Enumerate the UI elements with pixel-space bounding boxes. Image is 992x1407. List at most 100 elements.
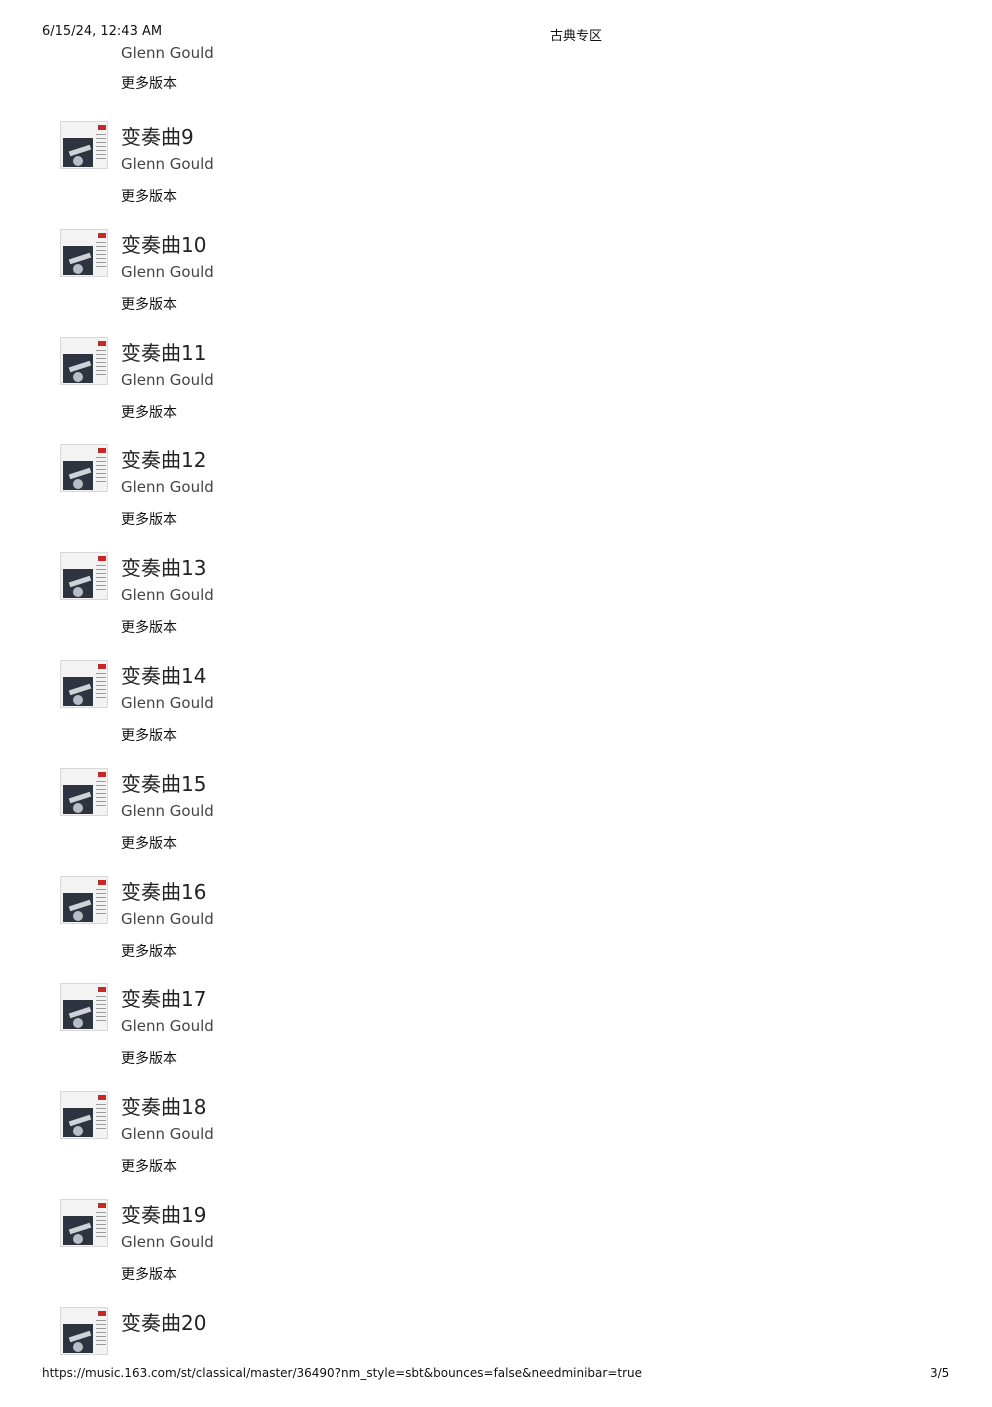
more-versions-link[interactable]: 更多版本 bbox=[121, 1264, 177, 1284]
label-badge-icon bbox=[98, 233, 106, 238]
album-cover-icon[interactable] bbox=[60, 1199, 108, 1247]
cover-logo-icon bbox=[63, 772, 91, 782]
more-versions-link[interactable]: 更多版本 bbox=[121, 941, 177, 961]
cover-photo-icon bbox=[63, 354, 93, 383]
track-title[interactable]: 变奏曲10 bbox=[121, 229, 206, 258]
label-badge-icon bbox=[98, 664, 106, 669]
label-badge-icon bbox=[98, 1311, 106, 1316]
cover-logo-icon bbox=[63, 987, 91, 997]
track-item[interactable]: 变奏曲12 Glenn Gould 更多版本 bbox=[0, 444, 992, 544]
track-title[interactable]: 变奏曲11 bbox=[121, 337, 206, 366]
page-title: 古典专区 bbox=[550, 29, 603, 44]
track-title[interactable]: 变奏曲15 bbox=[121, 768, 206, 797]
cover-photo-icon bbox=[63, 1108, 93, 1137]
album-cover-icon[interactable] bbox=[60, 552, 108, 600]
cover-photo-icon bbox=[63, 785, 93, 814]
cover-photo-icon bbox=[63, 1324, 93, 1353]
cover-logo-icon bbox=[63, 341, 91, 351]
page-url: https://music.163.com/st/classical/maste… bbox=[42, 1366, 643, 1380]
cover-logo-icon bbox=[63, 1311, 91, 1321]
album-cover-icon[interactable] bbox=[60, 121, 108, 169]
track-title[interactable]: 变奏曲13 bbox=[121, 552, 206, 581]
track-title[interactable]: 变奏曲20 bbox=[121, 1307, 206, 1336]
label-badge-icon bbox=[98, 880, 106, 885]
cover-logo-icon bbox=[63, 1095, 91, 1105]
cover-text-icon bbox=[96, 350, 106, 378]
cover-photo-icon bbox=[63, 246, 93, 275]
artist-link[interactable]: Glenn Gould bbox=[121, 371, 214, 389]
label-badge-icon bbox=[98, 772, 106, 777]
track-item[interactable]: 变奏曲10 Glenn Gould 更多版本 bbox=[0, 229, 992, 329]
cover-photo-icon bbox=[63, 677, 93, 706]
track-title[interactable]: 变奏曲14 bbox=[121, 660, 206, 689]
artist-link[interactable]: Glenn Gould bbox=[121, 44, 214, 62]
artist-link[interactable]: Glenn Gould bbox=[121, 478, 214, 496]
track-title[interactable]: 变奏曲9 bbox=[121, 121, 194, 150]
more-versions-link[interactable]: 更多版本 bbox=[121, 294, 177, 314]
print-datetime: 6/15/24, 12:43 AM bbox=[42, 24, 163, 39]
cover-logo-icon bbox=[63, 233, 91, 243]
cover-text-icon bbox=[96, 242, 106, 270]
track-item[interactable]: 变奏曲17 Glenn Gould 更多版本 bbox=[0, 983, 992, 1083]
more-versions-link[interactable]: 更多版本 bbox=[121, 617, 177, 637]
artist-link[interactable]: Glenn Gould bbox=[121, 694, 214, 712]
album-cover-icon[interactable] bbox=[60, 229, 108, 277]
artist-link[interactable]: Glenn Gould bbox=[121, 155, 214, 173]
track-item[interactable]: 变奏曲18 Glenn Gould 更多版本 bbox=[0, 1091, 992, 1191]
artist-link[interactable]: Glenn Gould bbox=[121, 263, 214, 281]
track-title[interactable]: 变奏曲12 bbox=[121, 444, 206, 473]
album-cover-icon[interactable] bbox=[60, 337, 108, 385]
track-title[interactable]: 变奏曲17 bbox=[121, 983, 206, 1012]
track-title[interactable]: 变奏曲16 bbox=[121, 876, 206, 905]
more-versions-link[interactable]: 更多版本 bbox=[121, 833, 177, 853]
cover-text-icon bbox=[96, 996, 106, 1024]
track-item[interactable]: 变奏曲9 Glenn Gould 更多版本 bbox=[0, 121, 992, 221]
album-cover-icon[interactable] bbox=[60, 983, 108, 1031]
track-title[interactable]: 变奏曲18 bbox=[121, 1091, 206, 1120]
cover-text-icon bbox=[96, 1104, 106, 1132]
track-item[interactable]: 变奏曲16 Glenn Gould 更多版本 bbox=[0, 876, 992, 976]
cover-logo-icon bbox=[63, 1203, 91, 1213]
more-versions-link[interactable]: 更多版本 bbox=[121, 402, 177, 422]
cover-logo-icon bbox=[63, 556, 91, 566]
album-cover-icon[interactable] bbox=[60, 444, 108, 492]
cover-logo-icon bbox=[63, 125, 91, 135]
more-versions-link[interactable]: 更多版本 bbox=[121, 186, 177, 206]
artist-link[interactable]: Glenn Gould bbox=[121, 1017, 214, 1035]
artist-link[interactable]: Glenn Gould bbox=[121, 586, 214, 604]
cover-text-icon bbox=[96, 673, 106, 701]
album-cover-icon[interactable] bbox=[60, 660, 108, 708]
album-cover-icon[interactable] bbox=[60, 1091, 108, 1139]
track-item[interactable]: 变奏曲11 Glenn Gould 更多版本 bbox=[0, 337, 992, 437]
more-versions-link[interactable]: 更多版本 bbox=[121, 1048, 177, 1068]
album-cover-icon[interactable] bbox=[60, 876, 108, 924]
album-cover-icon[interactable] bbox=[60, 768, 108, 816]
cover-text-icon bbox=[96, 889, 106, 917]
artist-link[interactable]: Glenn Gould bbox=[121, 1125, 214, 1143]
track-title[interactable]: 变奏曲19 bbox=[121, 1199, 206, 1228]
artist-link[interactable]: Glenn Gould bbox=[121, 910, 214, 928]
more-versions-link[interactable]: 更多版本 bbox=[121, 1156, 177, 1176]
track-item[interactable]: 变奏曲19 Glenn Gould 更多版本 bbox=[0, 1199, 992, 1299]
label-badge-icon bbox=[98, 556, 106, 561]
cover-text-icon bbox=[96, 134, 106, 162]
cover-photo-icon bbox=[63, 461, 93, 490]
artist-link[interactable]: Glenn Gould bbox=[121, 802, 214, 820]
cover-logo-icon bbox=[63, 664, 91, 674]
cover-photo-icon bbox=[63, 1216, 93, 1245]
track-item[interactable]: 变奏曲20 bbox=[0, 1307, 992, 1407]
label-badge-icon bbox=[98, 1203, 106, 1208]
track-item[interactable]: 变奏曲15 Glenn Gould 更多版本 bbox=[0, 768, 992, 868]
label-badge-icon bbox=[98, 987, 106, 992]
track-item[interactable]: 变奏曲13 Glenn Gould 更多版本 bbox=[0, 552, 992, 652]
album-cover-icon[interactable] bbox=[60, 1307, 108, 1355]
track-item[interactable]: 变奏曲14 Glenn Gould 更多版本 bbox=[0, 660, 992, 760]
more-versions-link[interactable]: 更多版本 bbox=[121, 73, 214, 93]
cover-photo-icon bbox=[63, 569, 93, 598]
artist-link[interactable]: Glenn Gould bbox=[121, 1233, 214, 1251]
label-badge-icon bbox=[98, 448, 106, 453]
label-badge-icon bbox=[98, 1095, 106, 1100]
more-versions-link[interactable]: 更多版本 bbox=[121, 509, 177, 529]
more-versions-link[interactable]: 更多版本 bbox=[121, 725, 177, 745]
cover-text-icon bbox=[96, 1320, 106, 1348]
